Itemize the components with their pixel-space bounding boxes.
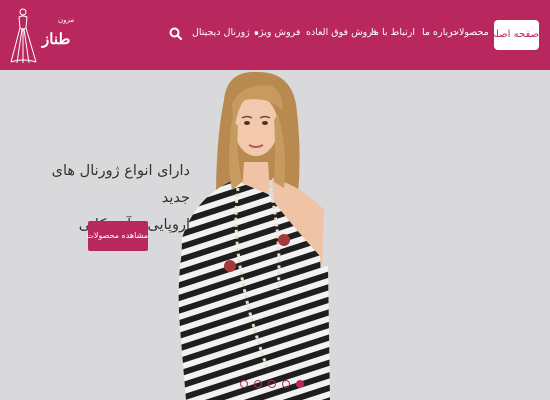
nav-item-label: ژورنال ديجيتال [192, 27, 250, 38]
search-button[interactable] [168, 26, 184, 42]
nav-item-super-sale[interactable]: فروش فوق العاده [306, 27, 377, 38]
nav-item-digital-journal[interactable]: ▾ ژورنال ديجيتال [192, 27, 258, 38]
slider-dot[interactable] [296, 380, 304, 388]
brand-tagline: مزون [58, 16, 75, 24]
nav-item-label: محصولات [450, 27, 489, 38]
slider-indicators [238, 378, 308, 390]
slider-dot[interactable] [240, 380, 248, 388]
nav-item-contact[interactable]: ارتباط با ما [371, 27, 415, 38]
brand-logo[interactable]: مزون طناز [6, 6, 84, 66]
search-icon [169, 27, 183, 41]
brand-name: طناز [42, 30, 71, 48]
hero-headline-line-1: دارای انواع ژورنال های جدید [51, 163, 190, 206]
slider-dot[interactable] [254, 380, 262, 388]
hero-model-image [178, 71, 330, 400]
slider-dot[interactable] [282, 380, 290, 388]
top-navbar: مزون طناز ▾ ژورنال ديجيتال فروش ویژه فرو… [0, 0, 550, 70]
dress-logo-icon [10, 8, 37, 64]
view-products-button[interactable]: مشاهده محصولات [86, 221, 148, 251]
nav-item-special-sale[interactable]: فروش ویژه [254, 27, 300, 38]
hero-slider: دارای انواع ژورنال های جدید اروپایی و آم… [0, 70, 550, 400]
nav-item-label: فروش فوق العاده [306, 27, 378, 38]
nav-item-label: فروش ویژه [254, 27, 301, 38]
nav-home-button[interactable]: صفحه اصلی [488, 20, 539, 50]
slider-dot[interactable] [268, 380, 276, 388]
nav-item-label: ارتباط با ما [371, 27, 415, 38]
